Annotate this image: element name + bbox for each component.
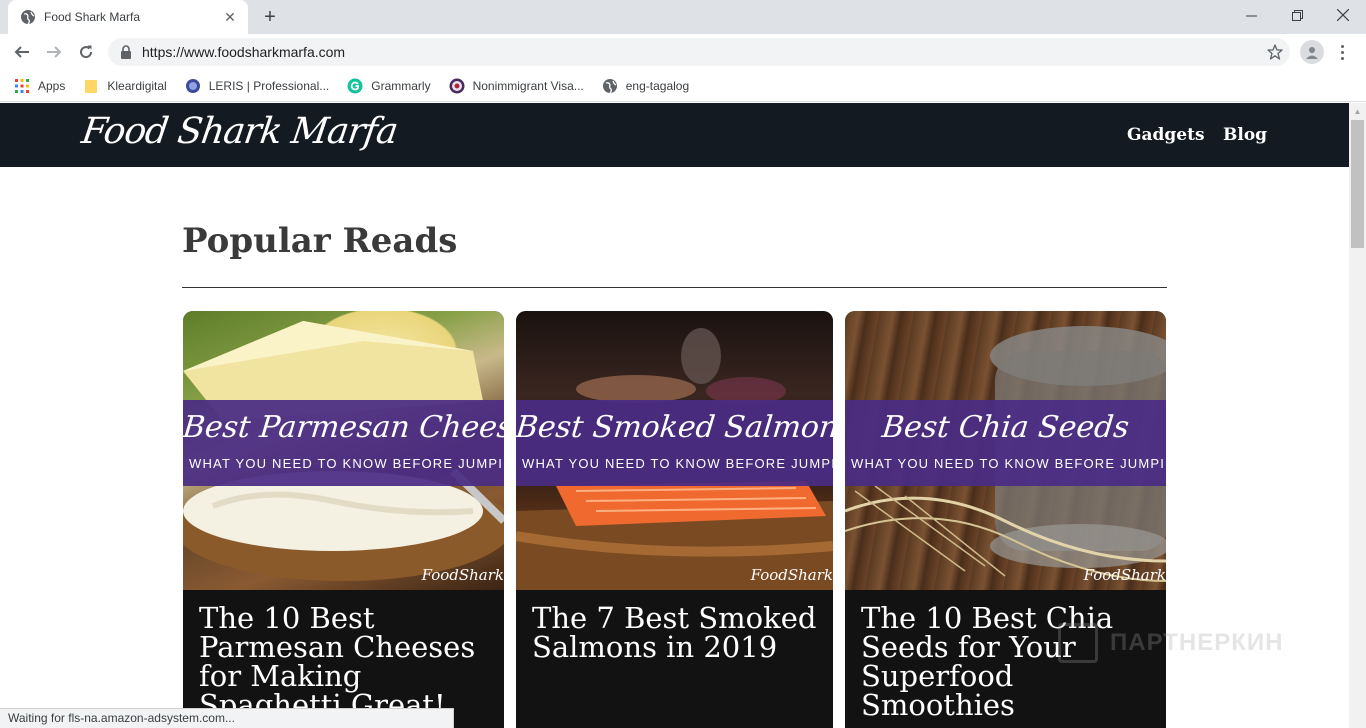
bookmark-label: Apps xyxy=(38,78,66,93)
browser-tab[interactable]: Food Shark Marfa ✕ xyxy=(8,0,248,34)
bookmark-grammarly[interactable]: Grammarly xyxy=(347,78,431,94)
browser-toolbar: https://www.foodsharkmarfa.com xyxy=(0,34,1366,70)
site-header: Food Shark Marfa Gadgets Blog xyxy=(0,103,1349,167)
page-scrollbar[interactable]: ▲ xyxy=(1349,103,1366,728)
article-title[interactable]: The 7 Best Smoked Salmons in 2019 xyxy=(532,604,821,662)
forward-icon[interactable] xyxy=(40,38,68,66)
bookmark-label: Grammarly xyxy=(371,78,431,93)
bookmark-kleardigital[interactable]: Kleardigital xyxy=(83,78,167,94)
profile-avatar-icon[interactable] xyxy=(1300,40,1324,64)
article-thumbnail[interactable]: Best Smoked Salmon WHAT YOU NEED TO KNOW… xyxy=(516,311,833,590)
article-card[interactable]: Best Chia Seeds WHAT YOU NEED TO KNOW BE… xyxy=(845,311,1166,728)
article-card[interactable]: Best Smoked Salmon WHAT YOU NEED TO KNOW… xyxy=(516,311,833,728)
tab-strip: Food Shark Marfa ✕ + xyxy=(0,0,1366,34)
bookmark-label: eng-tagalog xyxy=(625,78,690,93)
bookmark-leris[interactable]: LERIS | Professional... xyxy=(185,78,330,94)
globe-icon xyxy=(602,78,618,94)
banner-subtitle: WHAT YOU NEED TO KNOW BEFORE JUMPING xyxy=(189,456,504,471)
leris-icon xyxy=(185,78,201,94)
scroll-up-icon[interactable]: ▲ xyxy=(1349,103,1366,120)
new-tab-icon[interactable]: + xyxy=(258,6,282,28)
bookmark-eng-tagalog[interactable]: eng-tagalog xyxy=(602,78,689,94)
minimize-icon[interactable] xyxy=(1228,0,1274,30)
partner-watermark-icon xyxy=(1058,623,1098,663)
address-bar[interactable]: https://www.foodsharkmarfa.com xyxy=(108,38,1290,66)
image-watermark: FoodShark xyxy=(750,566,833,584)
grammarly-icon xyxy=(347,78,363,94)
article-card[interactable]: Best Parmesan Cheese WHAT YOU NEED TO KN… xyxy=(183,311,504,728)
seal-icon xyxy=(449,78,465,94)
banner-subtitle: WHAT YOU NEED TO KNOW BEFORE JUMPING xyxy=(522,456,833,471)
article-thumbnail[interactable]: Best Parmesan Cheese WHAT YOU NEED TO KN… xyxy=(183,311,504,590)
section-title: Popular Reads xyxy=(182,221,458,261)
bookmarks-bar: Apps Kleardigital LERIS | Professional..… xyxy=(0,70,1366,102)
close-window-icon[interactable] xyxy=(1320,0,1366,30)
scrollbar-thumb[interactable] xyxy=(1351,120,1364,248)
url-text[interactable]: https://www.foodsharkmarfa.com xyxy=(142,44,1260,60)
nav-blog[interactable]: Blog xyxy=(1223,125,1267,145)
bookmark-nonimmigrant-visa[interactable]: Nonimmigrant Visa... xyxy=(449,78,584,94)
restore-icon[interactable] xyxy=(1274,0,1320,30)
browser-menu-icon[interactable] xyxy=(1332,40,1352,64)
reload-icon[interactable] xyxy=(72,38,100,66)
partner-watermark-text: ПАРТНЕРКИН xyxy=(1110,629,1284,656)
folder-icon xyxy=(83,78,99,94)
banner-subtitle: WHAT YOU NEED TO KNOW BEFORE JUMPING xyxy=(851,456,1166,471)
tab-title: Food Shark Marfa xyxy=(44,10,141,24)
bookmark-label: Kleardigital xyxy=(107,78,167,93)
bookmark-label: LERIS | Professional... xyxy=(208,78,330,93)
article-thumbnail[interactable]: Best Chia Seeds WHAT YOU NEED TO KNOW BE… xyxy=(845,311,1166,590)
close-tab-icon[interactable]: ✕ xyxy=(222,9,238,25)
image-banner: Best Chia Seeds WHAT YOU NEED TO KNOW BE… xyxy=(845,400,1166,486)
banner-title: Best Parmesan Cheese xyxy=(183,410,504,445)
apps-grid-icon xyxy=(14,78,30,94)
bookmark-label: Nonimmigrant Visa... xyxy=(472,78,584,93)
globe-icon xyxy=(21,10,35,25)
status-bar: Waiting for fls-na.amazon-adsystem.com..… xyxy=(0,708,454,728)
site-logo[interactable]: Food Shark Marfa xyxy=(79,111,400,152)
nav-gadgets[interactable]: Gadgets xyxy=(1127,125,1205,145)
bookmark-apps[interactable]: Apps xyxy=(14,78,65,94)
bookmark-star-icon[interactable] xyxy=(1260,38,1290,66)
image-watermark: FoodShark xyxy=(421,566,504,584)
lock-icon xyxy=(121,45,131,59)
partner-watermark: ПАРТНЕРКИН xyxy=(1058,623,1284,663)
banner-title: Best Smoked Salmon xyxy=(516,410,833,445)
image-watermark: FoodShark xyxy=(1083,566,1166,584)
image-banner: Best Parmesan Cheese WHAT YOU NEED TO KN… xyxy=(183,400,504,486)
back-icon[interactable] xyxy=(8,38,36,66)
section-divider xyxy=(182,287,1167,288)
page-viewport: Food Shark Marfa Gadgets Blog Popular Re… xyxy=(0,103,1349,728)
banner-title: Best Chia Seeds xyxy=(880,410,1131,445)
image-banner: Best Smoked Salmon WHAT YOU NEED TO KNOW… xyxy=(516,400,833,486)
article-title[interactable]: The 10 Best Parmesan Cheeses for Making … xyxy=(199,604,492,720)
